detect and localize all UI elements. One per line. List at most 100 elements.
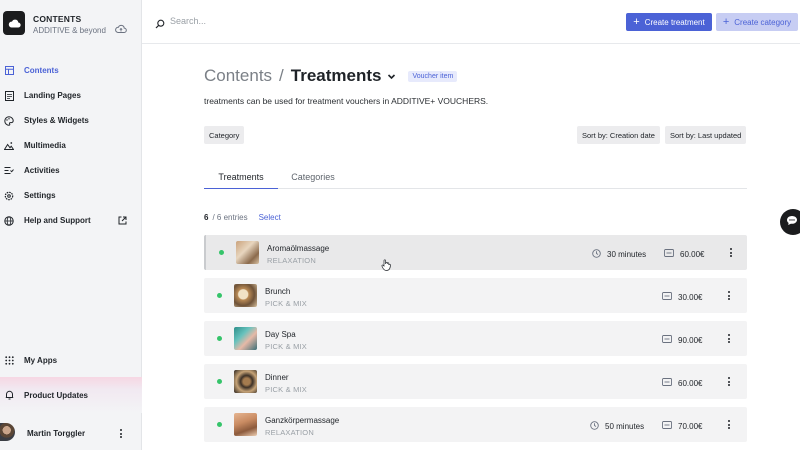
layout-icon xyxy=(4,66,14,76)
list-item[interactable]: Brunch PICK & MIX 30.00€ xyxy=(204,278,747,313)
sidebar-nav: Contents Landing Pages Styles & Widgets … xyxy=(0,58,142,233)
breadcrumb-parent[interactable]: Contents xyxy=(204,66,272,86)
document-icon xyxy=(4,90,14,101)
duration: 50 minutes xyxy=(590,421,644,432)
cloud-upload-icon[interactable] xyxy=(114,23,128,35)
treatment-name: Day Spa xyxy=(265,330,296,339)
treatment-list: Aromaölmassage RELAXATION 30 minutes 60.… xyxy=(204,235,747,450)
status-dot xyxy=(217,336,222,341)
sidebar-item-settings[interactable]: Settings xyxy=(0,183,142,208)
sort-creation-date[interactable]: Sort by: Creation date xyxy=(577,126,660,144)
chat-bubble-icon xyxy=(786,213,798,231)
palette-icon xyxy=(4,115,14,126)
treatment-category: PICK & MIX xyxy=(265,385,308,394)
row-menu-icon[interactable] xyxy=(728,291,730,300)
treatment-thumbnail xyxy=(234,413,257,436)
row-menu-icon[interactable] xyxy=(728,420,730,429)
status-dot xyxy=(219,250,224,255)
sidebar-item-contents[interactable]: Contents xyxy=(0,58,142,83)
sidebar-item-label: Styles & Widgets xyxy=(24,116,89,125)
treatment-thumbnail xyxy=(234,327,257,350)
sort-last-updated[interactable]: Sort by: Last updated xyxy=(665,126,747,144)
page-description: treatments can be used for treatment vou… xyxy=(204,96,489,106)
sidebar-item-landing-pages[interactable]: Landing Pages xyxy=(0,83,142,108)
chat-support-button[interactable] xyxy=(780,209,800,235)
row-menu-icon[interactable] xyxy=(728,377,730,386)
bell-icon xyxy=(4,390,14,400)
treatment-thumbnail xyxy=(234,370,257,393)
treatment-name: Ganzkörpermassage xyxy=(265,416,340,425)
treatment-category: RELAXATION xyxy=(265,428,314,437)
more-vertical-icon[interactable] xyxy=(120,429,122,438)
treatment-name: Dinner xyxy=(265,373,289,382)
row-menu-icon[interactable] xyxy=(730,248,732,257)
treatment-name: Brunch xyxy=(265,287,291,296)
select-link[interactable]: Select xyxy=(259,213,281,222)
price-tag-icon xyxy=(662,335,672,345)
sidebar-item-help-support[interactable]: Help and Support xyxy=(0,208,142,233)
sidebar-item-label: Help and Support xyxy=(24,216,91,225)
plus-icon: + xyxy=(633,15,640,28)
status-dot xyxy=(217,422,222,427)
list-item[interactable]: Day Spa PICK & MIX 90.00€ xyxy=(204,321,747,356)
topbar: + Create treatment + Create category xyxy=(142,0,800,44)
my-apps-link[interactable]: My Apps xyxy=(0,349,142,371)
entries-count: 6 / 6 entries Select xyxy=(204,213,281,222)
user-menu[interactable]: Martin Torggler xyxy=(0,418,142,448)
sidebar-item-label: Settings xyxy=(24,191,56,200)
entries-total: / 6 entries xyxy=(212,213,248,222)
voucher-item-badge: Voucher item xyxy=(408,70,458,82)
sidebar-header[interactable]: CONTENTS ADDITIVE & beyond xyxy=(0,0,142,46)
sidebar-item-styles-widgets[interactable]: Styles & Widgets xyxy=(0,108,142,133)
list-item[interactable]: Aromaölmassage RELAXATION 30 minutes 60.… xyxy=(204,235,747,270)
duration: 30 minutes xyxy=(592,249,646,260)
duration-value: 30 minutes xyxy=(607,250,647,259)
clock-icon xyxy=(590,421,599,432)
brand-title: CONTENTS xyxy=(33,14,82,24)
category-filter[interactable]: Category xyxy=(204,126,245,144)
row-menu-icon[interactable] xyxy=(728,334,730,343)
brand-subtitle: ADDITIVE & beyond xyxy=(33,26,106,35)
tab-treatments[interactable]: Treatments xyxy=(204,165,278,189)
tab-categories[interactable]: Categories xyxy=(278,165,348,189)
price: 90.00€ xyxy=(662,335,702,345)
price-tag-icon xyxy=(662,292,672,302)
sidebar-item-my-apps[interactable]: My Apps xyxy=(0,349,142,371)
mouse-cursor-icon xyxy=(381,258,391,271)
price-value: 60.00€ xyxy=(678,378,703,388)
price: 70.00€ xyxy=(662,421,702,431)
product-updates-panel[interactable]: Product Updates xyxy=(0,377,142,413)
external-link-icon xyxy=(118,216,127,225)
sidebar-item-label: Activities xyxy=(24,166,60,175)
search-icon xyxy=(155,16,165,29)
sidebar-item-activities[interactable]: Activities xyxy=(0,158,142,183)
sidebar-item-label: Product Updates xyxy=(24,390,89,400)
sidebar-item-label: Landing Pages xyxy=(24,91,81,100)
search-input[interactable] xyxy=(170,12,470,30)
price-value: 70.00€ xyxy=(678,421,703,431)
list-item[interactable]: Ganzkörpermassage RELAXATION 50 minutes … xyxy=(204,407,747,442)
price-tag-icon xyxy=(662,378,672,388)
price: 60.00€ xyxy=(664,249,704,259)
list-item[interactable]: Dinner PICK & MIX 60.00€ xyxy=(204,364,747,399)
create-treatment-button[interactable]: + Create treatment xyxy=(626,13,712,31)
create-category-button[interactable]: + Create category xyxy=(716,13,798,31)
status-dot xyxy=(217,379,222,384)
globe-icon xyxy=(4,215,14,226)
treatment-name: Aromaölmassage xyxy=(267,244,330,253)
price-tag-icon xyxy=(662,421,672,431)
breadcrumb-separator: / xyxy=(279,66,284,85)
sidebar-item-label: Multimedia xyxy=(24,141,66,150)
apps-grid-icon xyxy=(4,355,14,365)
app-root: CONTENTS ADDITIVE & beyond Contents Land… xyxy=(0,0,800,450)
sidebar-item-multimedia[interactable]: Multimedia xyxy=(0,133,142,158)
chevron-down-icon[interactable] xyxy=(387,72,396,81)
treatment-thumbnail xyxy=(236,241,259,264)
sidebar-item-label: Contents xyxy=(24,66,59,75)
create-category-label: Create category xyxy=(734,17,792,27)
price-tag-icon xyxy=(664,249,674,259)
sidebar-item-product-updates[interactable]: Product Updates xyxy=(0,377,142,413)
price-value: 60.00€ xyxy=(680,249,705,259)
tab-bar: Treatments Categories xyxy=(204,165,747,189)
image-icon xyxy=(4,141,14,151)
